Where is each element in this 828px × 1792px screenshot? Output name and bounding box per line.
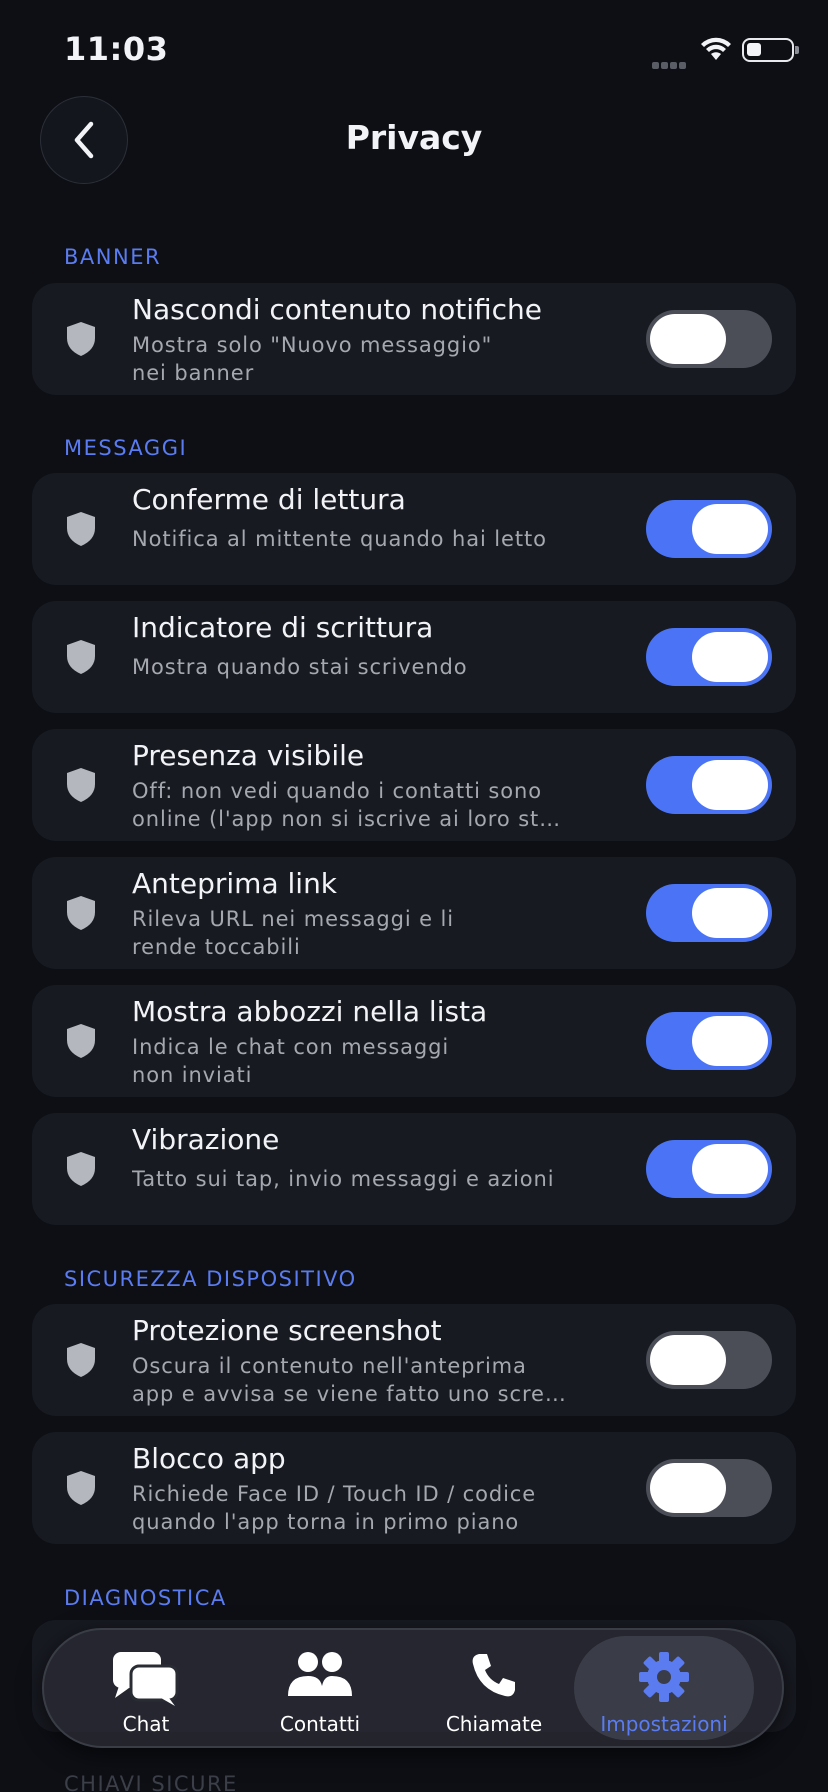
toggle-anteprima-link[interactable] bbox=[646, 884, 772, 942]
setting-subtitle: Mostra solo "Nuovo messaggio" nei banner bbox=[132, 331, 572, 387]
setting-title: Nascondi contenuto notifiche bbox=[132, 293, 543, 326]
toggle-knob bbox=[650, 314, 726, 364]
setting-card-conferme-di-lettura: Conferme di lettura Notifica al mittente … bbox=[32, 473, 796, 585]
toggle-nascondi-contenuto-notifiche[interactable] bbox=[646, 310, 772, 368]
section-header-banner: BANNER bbox=[64, 245, 162, 269]
shield-icon bbox=[67, 512, 95, 546]
battery-icon bbox=[742, 38, 799, 62]
setting-subtitle-line: Indica le chat con messaggi bbox=[132, 1035, 450, 1059]
toggle-blocco-app[interactable] bbox=[646, 1459, 772, 1517]
toggle-knob bbox=[692, 1144, 768, 1194]
tab-label-chiamate: Chiamate bbox=[445, 1712, 543, 1736]
toggle-knob bbox=[650, 1335, 726, 1385]
toggle-knob bbox=[692, 632, 768, 682]
shield-icon bbox=[67, 322, 95, 356]
setting-subtitle-line: quando l'app torna in primo piano bbox=[132, 1510, 520, 1534]
shield-icon bbox=[67, 1471, 95, 1505]
shield-icon bbox=[67, 768, 95, 802]
shield-icon bbox=[67, 1343, 95, 1377]
tab-contatti[interactable]: Contatti bbox=[230, 1630, 410, 1746]
setting-subtitle: Rileva URL nei messaggi e li rende toccab… bbox=[132, 905, 572, 961]
phone-icon bbox=[472, 1654, 515, 1697]
tab-chiamate[interactable]: Chiamate bbox=[404, 1630, 584, 1746]
setting-title: Mostra abbozzi nella lista bbox=[132, 995, 488, 1028]
setting-subtitle-line: Richiede Face ID / Touch ID / codice bbox=[132, 1482, 537, 1506]
section-header-chiavi: CHIAVI SICURE bbox=[64, 1772, 238, 1792]
page-title: Privacy bbox=[345, 118, 483, 157]
toggle-knob bbox=[692, 1016, 768, 1066]
setting-card-anteprima-link: Anteprima link Rileva URL nei messaggi e … bbox=[32, 857, 796, 969]
status-time: 11:03 bbox=[64, 30, 169, 68]
setting-card-blocco-app: Blocco app Richiede Face ID / Touch ID / … bbox=[32, 1432, 796, 1544]
toggle-vibrazione[interactable] bbox=[646, 1140, 772, 1198]
toggle-knob bbox=[692, 504, 768, 554]
toggle-indicatore-di-scrittura[interactable] bbox=[646, 628, 772, 686]
setting-subtitle-line: Off: non vedi quando i contatti sono bbox=[132, 779, 542, 803]
chat-bubbles-icon bbox=[113, 1652, 179, 1706]
setting-subtitle-line: online (l'app non si iscrive ai loro st… bbox=[132, 807, 562, 831]
setting-title: Blocco app bbox=[132, 1442, 286, 1475]
section-header-sicurezza: SICUREZZA DISPOSITIVO bbox=[64, 1267, 357, 1291]
tab-bar: Chat Contatti Chiamate Impostazioni bbox=[42, 1628, 784, 1748]
setting-subtitle: Oscura il contenuto nell'anteprima app e … bbox=[132, 1352, 572, 1408]
tab-impostazioni[interactable]: Impostazioni bbox=[574, 1636, 754, 1740]
setting-subtitle: Mostra quando stai scrivendo bbox=[132, 653, 572, 681]
toggle-presenza-visibile[interactable] bbox=[646, 756, 772, 814]
setting-subtitle-line: Mostra quando stai scrivendo bbox=[132, 655, 468, 679]
toggle-knob bbox=[650, 1463, 726, 1513]
setting-subtitle: Notifica al mittente quando hai letto bbox=[132, 525, 572, 553]
setting-title: Anteprima link bbox=[132, 867, 338, 900]
setting-title: Presenza visibile bbox=[132, 739, 365, 772]
setting-subtitle: Off: non vedi quando i contatti sono onli… bbox=[132, 777, 572, 833]
shield-icon bbox=[67, 640, 95, 674]
contacts-icon bbox=[288, 1652, 352, 1696]
setting-subtitle-line: Notifica al mittente quando hai letto bbox=[132, 527, 547, 551]
setting-card-vibrazione: Vibrazione Tatto sui tap, invio messaggi … bbox=[32, 1113, 796, 1225]
setting-subtitle: Richiede Face ID / Touch ID / codice quan… bbox=[132, 1480, 572, 1536]
setting-subtitle-line: app e avvisa se viene fatto uno scre… bbox=[132, 1382, 567, 1406]
setting-subtitle: Tatto sui tap, invio messaggi e azioni bbox=[132, 1165, 572, 1193]
setting-card-presenza-visibile: Presenza visibile Off: non vedi quando i … bbox=[32, 729, 796, 841]
status-bar: 11:03 bbox=[0, 0, 828, 100]
shield-icon bbox=[67, 1024, 95, 1058]
setting-card-protezione-screenshot: Protezione screenshot Oscura il contenuto… bbox=[32, 1304, 796, 1416]
setting-subtitle: Indica le chat con messaggi non inviati bbox=[132, 1033, 572, 1089]
toggle-protezione-screenshot[interactable] bbox=[646, 1331, 772, 1389]
setting-title: Vibrazione bbox=[132, 1123, 280, 1156]
setting-title: Indicatore di scrittura bbox=[132, 611, 434, 644]
setting-card-mostra-abbozzi-nella-lista: Mostra abbozzi nella lista Indica le chat… bbox=[32, 985, 796, 1097]
setting-title: Conferme di lettura bbox=[132, 483, 406, 516]
toggle-conferme-di-lettura[interactable] bbox=[646, 500, 772, 558]
setting-card-indicatore-di-scrittura: Indicatore di scrittura Mostra quando sta… bbox=[32, 601, 796, 713]
gear-icon bbox=[639, 1652, 689, 1702]
toggle-knob bbox=[692, 760, 768, 810]
toggle-knob bbox=[692, 888, 768, 938]
setting-subtitle-line: rende toccabili bbox=[132, 935, 301, 959]
setting-title: Protezione screenshot bbox=[132, 1314, 442, 1347]
toggle-mostra-abbozzi-nella-lista[interactable] bbox=[646, 1012, 772, 1070]
setting-subtitle-line: non inviati bbox=[132, 1063, 253, 1087]
setting-subtitle-line: Tatto sui tap, invio messaggi e azioni bbox=[132, 1167, 555, 1191]
setting-subtitle-line: nei banner bbox=[132, 361, 255, 385]
tab-label-contatti: Contatti bbox=[279, 1712, 361, 1736]
section-header-diagnostica: DIAGNOSTICA bbox=[64, 1586, 227, 1610]
setting-subtitle-line: Oscura il contenuto nell'anteprima bbox=[132, 1354, 527, 1378]
setting-subtitle-line: Mostra solo "Nuovo messaggio" bbox=[132, 333, 493, 357]
tab-chat[interactable]: Chat bbox=[56, 1630, 236, 1746]
section-header-messaggi: MESSAGGI bbox=[64, 436, 188, 460]
tab-label-chat: Chat bbox=[122, 1712, 170, 1736]
tab-label-impostazioni: Impostazioni bbox=[600, 1712, 728, 1736]
wifi-icon bbox=[701, 37, 731, 60]
cellular-signal-icon bbox=[652, 54, 688, 73]
setting-card-nascondi-contenuto-notifiche: Nascondi contenuto notifiche Mostra solo … bbox=[32, 283, 796, 395]
shield-icon bbox=[67, 896, 95, 930]
shield-icon bbox=[67, 1152, 95, 1186]
setting-subtitle-line: Rileva URL nei messaggi e li bbox=[132, 907, 454, 931]
